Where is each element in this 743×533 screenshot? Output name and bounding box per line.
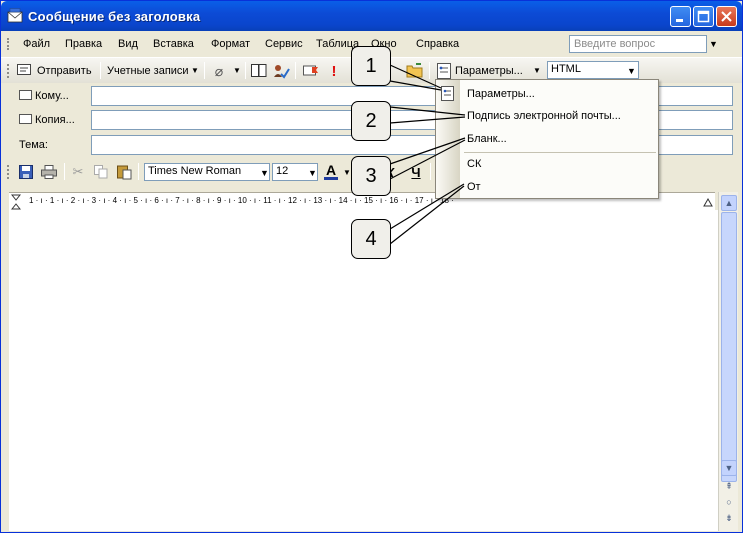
menu-item-stationery[interactable]: Бланк...	[467, 133, 507, 145]
email-window: Сообщение без заголовка Файл Правка Вид …	[0, 0, 743, 533]
vertical-scrollbar[interactable]: ▲ ▼ ⇞ ○ ⇟	[718, 192, 738, 531]
accounts-button[interactable]: Учетные записи	[107, 65, 189, 77]
toolbar-separator	[295, 62, 296, 79]
toolbar-separator	[429, 62, 430, 79]
menu-item-signature[interactable]: Подпись электронной почты...	[467, 110, 621, 122]
menu-item-bcc[interactable]: СК	[467, 158, 481, 170]
options-button[interactable]: Параметры...	[455, 65, 523, 77]
font-name-select[interactable]: Times New Roman	[144, 163, 270, 181]
callout-1: 1	[351, 46, 391, 86]
copy-icon[interactable]	[94, 165, 108, 179]
address-book-icon[interactable]	[251, 64, 267, 77]
toolbar-separator	[64, 163, 65, 180]
menu-view[interactable]: Вид	[118, 38, 138, 50]
callout-3: 3	[351, 156, 391, 196]
indent-marker-icon[interactable]	[11, 194, 21, 210]
minimize-icon	[676, 19, 683, 22]
high-importance-icon[interactable]: !	[329, 62, 339, 80]
font-name-dropdown-arrow[interactable]: ▼	[260, 168, 269, 178]
cc-button[interactable]: Копия...	[19, 114, 75, 126]
font-size-dropdown-arrow[interactable]: ▼	[308, 168, 317, 178]
cc-label: Копия...	[35, 114, 75, 126]
menu-item-options[interactable]: Параметры...	[467, 88, 535, 100]
flag-icon[interactable]	[303, 64, 319, 78]
scroll-thumb[interactable]	[721, 212, 737, 482]
previous-page-button[interactable]: ⇞	[721, 478, 737, 494]
close-button[interactable]	[716, 6, 737, 27]
to-label: Кому...	[35, 90, 69, 102]
menu-insert[interactable]: Вставка	[153, 38, 194, 50]
select-browse-object-button[interactable]: ○	[721, 494, 737, 510]
accounts-dropdown-arrow[interactable]: ▼	[191, 66, 199, 75]
options-icon	[441, 86, 454, 101]
menu-tools[interactable]: Сервис	[265, 38, 303, 50]
format-dropdown-arrow[interactable]: ▼	[627, 66, 636, 76]
right-indent-marker-icon[interactable]	[703, 197, 713, 207]
menu-grip[interactable]	[7, 38, 10, 50]
toolbar-separator	[204, 62, 205, 79]
maximize-icon	[697, 10, 710, 23]
check-names-icon[interactable]	[272, 63, 290, 79]
options-dropdown-arrow[interactable]: ▼	[533, 66, 541, 75]
callout-4: 4	[351, 219, 391, 259]
message-format-select[interactable]: HTML	[547, 61, 639, 79]
mail-icon	[7, 8, 23, 23]
send-button[interactable]: Отправить	[37, 65, 92, 77]
to-button[interactable]: Кому...	[19, 90, 69, 102]
title-bar[interactable]: Сообщение без заголовка	[1, 1, 742, 31]
options-dropdown-menu: Параметры... Подпись электронной почты..…	[435, 79, 659, 199]
send-icon	[17, 64, 31, 75]
open-folder-icon[interactable]	[406, 63, 424, 78]
subject-label: Тема:	[19, 139, 48, 151]
toolbar-separator	[138, 163, 139, 180]
toolbar-separator	[100, 62, 101, 79]
cut-icon[interactable]: ✂	[71, 164, 85, 179]
print-icon[interactable]	[41, 165, 57, 179]
font-color-icon[interactable]: A	[324, 162, 338, 180]
menu-format[interactable]: Формат	[211, 38, 250, 50]
menu-item-from[interactable]: От	[467, 181, 481, 193]
menu-file[interactable]: Файл	[23, 38, 50, 50]
toolbar-separator	[245, 62, 246, 79]
callout-2: 2	[351, 101, 391, 141]
menu-edit[interactable]: Правка	[65, 38, 102, 50]
menu-separator	[464, 152, 656, 153]
ask-dropdown-arrow[interactable]: ▼	[709, 39, 718, 49]
scroll-up-button[interactable]: ▲	[721, 195, 737, 211]
attach-icon[interactable]: ⌀	[213, 63, 225, 79]
toolbar-grip[interactable]	[7, 64, 10, 78]
attach-dropdown-arrow[interactable]: ▼	[233, 66, 241, 75]
options-icon[interactable]	[437, 63, 451, 79]
address-book-icon	[19, 114, 32, 124]
window-title: Сообщение без заголовка	[28, 9, 201, 24]
close-icon	[721, 11, 732, 22]
underline-button[interactable]: Ч	[410, 164, 422, 180]
menu-help[interactable]: Справка	[416, 38, 459, 50]
toolbar-separator	[430, 163, 431, 180]
save-icon[interactable]	[19, 165, 33, 179]
minimize-button[interactable]	[670, 6, 691, 27]
address-book-icon	[19, 90, 32, 100]
toolbar-grip[interactable]	[7, 165, 10, 179]
font-color-dropdown-arrow[interactable]: ▼	[343, 168, 351, 177]
ask-question-input[interactable]: Введите вопрос	[569, 35, 707, 53]
paste-icon[interactable]	[117, 164, 132, 180]
next-page-button[interactable]: ⇟	[721, 510, 737, 526]
scroll-down-button[interactable]: ▼	[721, 460, 737, 476]
maximize-button[interactable]	[693, 6, 714, 27]
